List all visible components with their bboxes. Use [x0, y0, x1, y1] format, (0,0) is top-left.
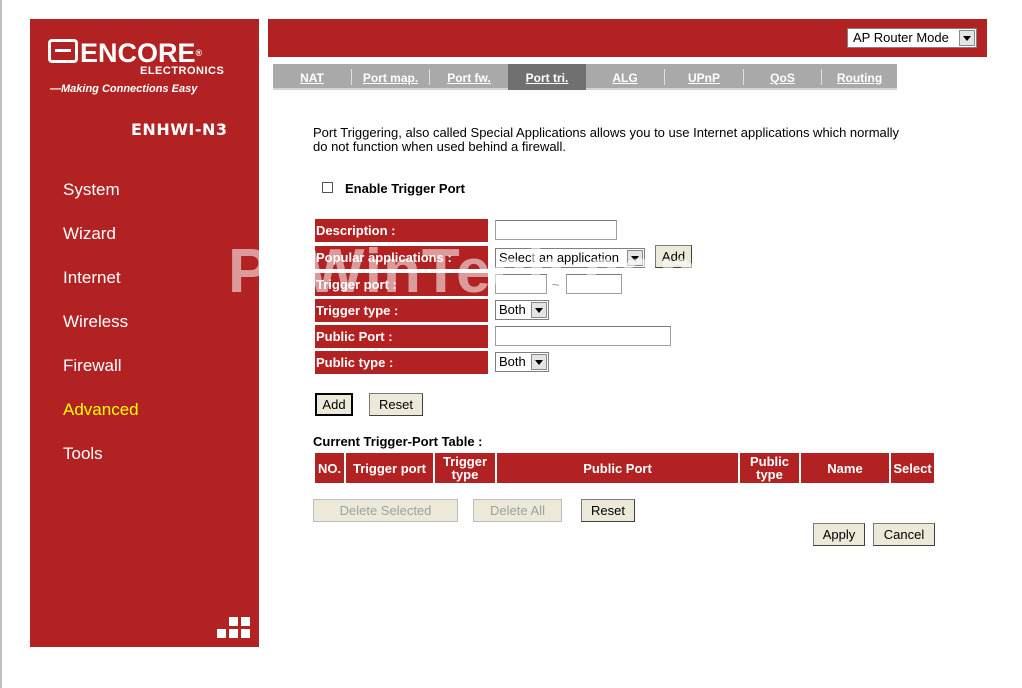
trigger-port-start-input[interactable]	[495, 274, 547, 294]
chevron-down-icon[interactable]	[627, 250, 643, 266]
apply-button[interactable]: Apply	[813, 523, 865, 546]
sidebar-item-wizard[interactable]: Wizard	[63, 224, 116, 244]
column-header-name: Name	[801, 453, 889, 483]
column-header-trigger-type: Trigger type	[435, 453, 495, 483]
encore-mark-icon	[48, 39, 78, 63]
trigger-port-end-input[interactable]	[566, 274, 622, 294]
mode-select[interactable]: AP Router Mode	[847, 28, 977, 48]
public-type-select[interactable]: Both	[495, 352, 549, 372]
column-header-select: Select	[891, 453, 934, 483]
sidebar: ENCORE® ELECTRONICS —Making Connections …	[30, 19, 259, 647]
logo-word: ENCORE	[80, 38, 196, 68]
chevron-down-icon[interactable]	[959, 30, 975, 46]
chevron-down-icon[interactable]	[531, 354, 547, 370]
grid-icon	[217, 617, 250, 638]
tab-port-map[interactable]: Port map.	[352, 64, 429, 90]
trigger-type-select[interactable]: Both	[495, 300, 549, 320]
description-label: Description :	[315, 219, 488, 242]
tab-nat[interactable]: NAT	[273, 64, 351, 90]
trigger-port-label: Trigger port :	[315, 273, 488, 296]
chevron-down-icon[interactable]	[531, 302, 547, 318]
model-name: ENHWI-N3	[131, 120, 228, 139]
trigger-port-table-title: Current Trigger-Port Table :	[313, 434, 483, 449]
sidebar-item-system[interactable]: System	[63, 180, 120, 200]
sidebar-item-internet[interactable]: Internet	[63, 268, 121, 288]
page-description: Port Triggering, also called Special App…	[313, 125, 900, 154]
delete-all-button[interactable]: Delete All	[473, 499, 562, 522]
column-header-public-type: Public type	[740, 453, 799, 483]
description-input[interactable]	[495, 220, 617, 240]
tab-port-fw[interactable]: Port fw.	[430, 64, 508, 90]
delete-selected-button[interactable]: Delete Selected	[313, 499, 458, 522]
encore-logo: ENCORE® ELECTRONICS —Making Connections …	[48, 39, 242, 99]
sidebar-item-firewall[interactable]: Firewall	[63, 356, 122, 376]
public-port-input[interactable]	[495, 326, 671, 346]
popular-applications-label: Popular applications :	[315, 246, 488, 269]
header-bar: AP Router Mode	[268, 19, 987, 57]
enable-trigger-label: Enable Trigger Port	[345, 181, 465, 196]
window-frame	[0, 0, 2, 688]
tab-upnp[interactable]: UPnP	[665, 64, 743, 90]
enable-trigger-checkbox[interactable]	[322, 182, 333, 193]
tab-port-tri[interactable]: Port tri.	[508, 64, 586, 90]
column-header-no: NO.	[315, 453, 344, 483]
popular-applications-value: Select an application	[499, 250, 619, 265]
tab-bar: NAT Port map. Port fw. Port tri. ALG UPn…	[273, 64, 897, 90]
logo-sub: ELECTRONICS	[140, 65, 225, 77]
public-type-label: Public type :	[315, 351, 488, 374]
trigger-type-value: Both	[499, 302, 526, 317]
sidebar-item-wireless[interactable]: Wireless	[63, 312, 128, 332]
add-button[interactable]: Add	[315, 393, 353, 416]
sidebar-item-tools[interactable]: Tools	[63, 444, 103, 464]
logo-tagline: —Making Connections Easy	[50, 83, 198, 95]
trigger-type-label: Trigger type :	[315, 299, 488, 322]
mode-select-value: AP Router Mode	[853, 30, 949, 45]
cancel-button[interactable]: Cancel	[873, 523, 935, 546]
popular-add-button[interactable]: Add	[655, 245, 692, 268]
tab-alg[interactable]: ALG	[586, 64, 664, 90]
column-header-public-port: Public Port	[497, 453, 738, 483]
trigger-port-separator: ~	[552, 277, 560, 292]
public-type-value: Both	[499, 354, 526, 369]
logo-registered: ®	[195, 48, 203, 58]
reset-button[interactable]: Reset	[369, 393, 423, 416]
tab-qos[interactable]: QoS	[744, 64, 821, 90]
tab-routing[interactable]: Routing	[822, 64, 897, 90]
popular-applications-select[interactable]: Select an application	[495, 248, 645, 268]
public-port-label: Public Port :	[315, 325, 488, 348]
column-header-trigger-port: Trigger port	[346, 453, 433, 483]
table-reset-button[interactable]: Reset	[581, 499, 635, 522]
sidebar-item-advanced[interactable]: Advanced	[63, 400, 139, 420]
